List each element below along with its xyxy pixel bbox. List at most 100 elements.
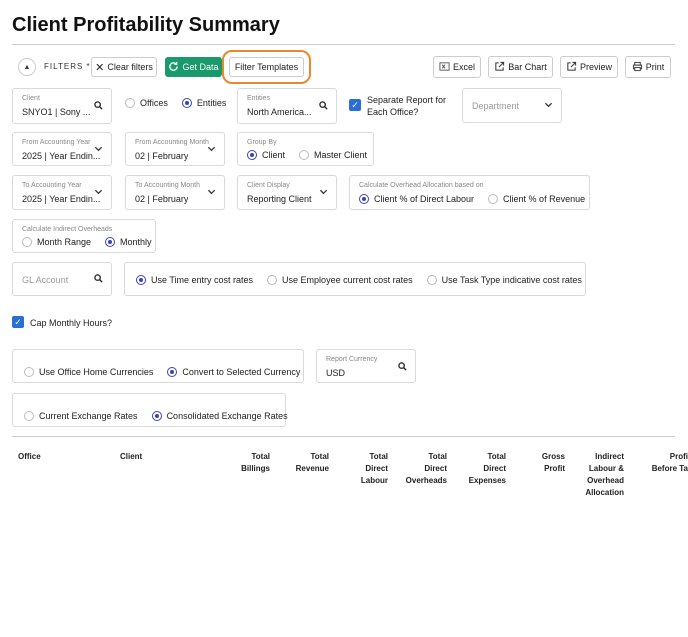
radio-revenue[interactable]: Client % of Revenue <box>488 194 585 204</box>
report-currency-field[interactable]: Report Currency USD <box>316 349 416 383</box>
col-office-header[interactable]: Office <box>18 451 41 463</box>
radio-monthly[interactable]: Monthly <box>105 237 152 247</box>
filter-templates-label: Filter Templates <box>234 62 299 72</box>
from-month-select[interactable]: From Accounting Month 02 | February <box>125 132 225 166</box>
from-year-select[interactable]: From Accounting Year 2025 | Year Endin..… <box>12 132 112 166</box>
excel-button[interactable]: Excel <box>433 56 481 78</box>
overhead-allocation-field: Calculate Overhead Allocation based on C… <box>349 175 590 210</box>
clear-filters-button[interactable]: ✕ Clear filters <box>91 57 157 77</box>
chevron-down-icon <box>94 144 103 155</box>
radio-button[interactable] <box>125 98 135 108</box>
radio-client-label: Client <box>262 150 286 160</box>
get-data-button[interactable]: Get Data <box>165 57 222 77</box>
search-icon[interactable] <box>319 101 328 112</box>
col-total-direct-expenses-header[interactable]: Total Direct Expenses <box>469 451 506 487</box>
radio-current-exchange[interactable]: Current Exchange Rates <box>24 411 138 421</box>
to-year-select[interactable]: To Accounting Year 2025 | Year Endin... <box>12 175 112 210</box>
gl-account-field[interactable]: GL Account <box>12 262 112 296</box>
overhead-allocation-label: Calculate Overhead Allocation based on <box>359 182 484 189</box>
checkmark-icon: ✓ <box>351 99 359 110</box>
radio-button[interactable] <box>151 411 162 421</box>
radio-time-entry-rates[interactable]: Use Time entry cost rates <box>136 275 253 285</box>
from-year-value: 2025 | Year Endin... <box>22 151 101 161</box>
radio-client[interactable]: Client <box>247 150 285 160</box>
search-icon[interactable] <box>398 362 407 373</box>
col-total-billings-header-line: Billings <box>241 464 270 473</box>
client-value: SNYO1 | Sony ... <box>22 107 91 117</box>
external-link-icon <box>566 61 577 74</box>
radio-office-home-currencies[interactable]: Use Office Home Currencies <box>24 367 153 377</box>
department-select[interactable]: Department <box>462 88 562 123</box>
radio-direct-labour-label: Client % of Direct Labour <box>374 194 475 204</box>
search-icon[interactable] <box>94 101 103 112</box>
col-total-revenue-header[interactable]: Total Revenue <box>296 451 329 475</box>
cap-monthly-checkbox[interactable]: ✓ <box>12 316 24 328</box>
radio-button[interactable] <box>426 275 437 285</box>
radio-consolidated-exchange[interactable]: Consolidated Exchange Rates <box>151 411 288 421</box>
checkmark-icon: ✓ <box>14 316 22 327</box>
from-month-label: From Accounting Month <box>135 139 209 146</box>
col-client-header[interactable]: Client <box>120 451 142 463</box>
filter-templates-button[interactable]: Filter Templates <box>222 50 311 84</box>
print-button[interactable]: Print <box>625 56 671 78</box>
radio-button[interactable] <box>167 367 178 377</box>
radio-button[interactable] <box>359 194 369 204</box>
radio-employee-rates[interactable]: Use Employee current cost rates <box>267 275 413 285</box>
col-total-direct-overheads-header[interactable]: Total Direct Overheads <box>406 451 447 487</box>
cap-monthly-label: Cap Monthly Hours? <box>30 318 113 328</box>
get-data-label: Get Data <box>182 62 219 72</box>
radio-button[interactable] <box>24 367 34 377</box>
chevron-down-icon <box>319 187 328 198</box>
entities-value: North America... <box>247 107 312 117</box>
radio-button[interactable] <box>136 275 146 285</box>
col-total-direct-labour-header-line: Labour <box>360 476 388 485</box>
radio-button[interactable] <box>105 237 116 247</box>
radio-button[interactable] <box>488 194 499 204</box>
client-field[interactable]: Client SNYO1 | Sony ... <box>12 88 112 124</box>
search-icon[interactable] <box>94 274 103 285</box>
collapse-filters-button[interactable]: ▲ <box>18 58 36 76</box>
page-title: Client Profitability Summary <box>12 14 280 36</box>
radio-button[interactable] <box>299 150 310 160</box>
col-profit-before-tax-header[interactable]: Profi Before Ta <box>637 451 688 475</box>
preview-button[interactable]: Preview <box>560 56 618 78</box>
from-year-label: From Accounting Year <box>22 139 91 146</box>
radio-button[interactable] <box>181 98 192 108</box>
radio-button[interactable] <box>247 150 257 160</box>
col-indirect-allocation-header-line: Labour & <box>588 464 624 473</box>
separate-report-checkbox[interactable]: ✓ <box>349 99 361 111</box>
col-total-billings-header[interactable]: Total Billings <box>241 451 270 475</box>
radio-task-type-rates[interactable]: Use Task Type indicative cost rates <box>426 275 582 285</box>
client-display-select[interactable]: Client Display Reporting Client <box>237 175 337 210</box>
title-divider <box>12 44 675 45</box>
col-total-revenue-header-line: Total <box>310 452 329 461</box>
radio-button[interactable] <box>22 237 32 247</box>
bar-chart-label: Bar Chart <box>508 62 547 72</box>
entities-field[interactable]: Entities North America... <box>237 88 337 124</box>
client-display-label: Client Display <box>247 182 290 189</box>
radio-offices[interactable]: Offices <box>125 98 168 108</box>
col-indirect-allocation-header[interactable]: Indirect Labour & Overhead Allocation <box>585 451 624 499</box>
radio-master-client[interactable]: Master Client <box>299 150 367 160</box>
radio-button[interactable] <box>24 411 34 421</box>
close-icon: ✕ <box>95 61 105 74</box>
refresh-icon <box>168 61 179 74</box>
radio-convert-currency[interactable]: Convert to Selected Currency <box>167 367 300 377</box>
cost-rates-field: Use Time entry cost rates Use Employee c… <box>124 262 586 296</box>
external-link-icon <box>494 61 505 74</box>
col-total-direct-labour-header[interactable]: Total Direct Labour <box>361 451 388 487</box>
radio-direct-labour[interactable]: Client % of Direct Labour <box>359 194 474 204</box>
bar-chart-button[interactable]: Bar Chart <box>488 56 553 78</box>
col-gross-profit-header[interactable]: Gross Profit <box>542 451 565 475</box>
to-month-select[interactable]: To Accounting Month 02 | February <box>125 175 225 210</box>
radio-convert-label: Convert to Selected Currency <box>182 367 301 377</box>
radio-task-type-label: Use Task Type indicative cost rates <box>441 275 582 285</box>
radio-office-home-label: Use Office Home Currencies <box>39 367 154 377</box>
radio-entities[interactable]: Entities <box>181 98 226 108</box>
radio-month-range[interactable]: Month Range <box>22 237 91 247</box>
table-divider <box>12 436 675 437</box>
col-total-direct-expenses-header-line: Direct <box>483 464 506 473</box>
col-total-revenue-header-line: Revenue <box>295 464 329 473</box>
col-total-direct-overheads-header-line: Total <box>428 452 447 461</box>
radio-button[interactable] <box>267 275 278 285</box>
